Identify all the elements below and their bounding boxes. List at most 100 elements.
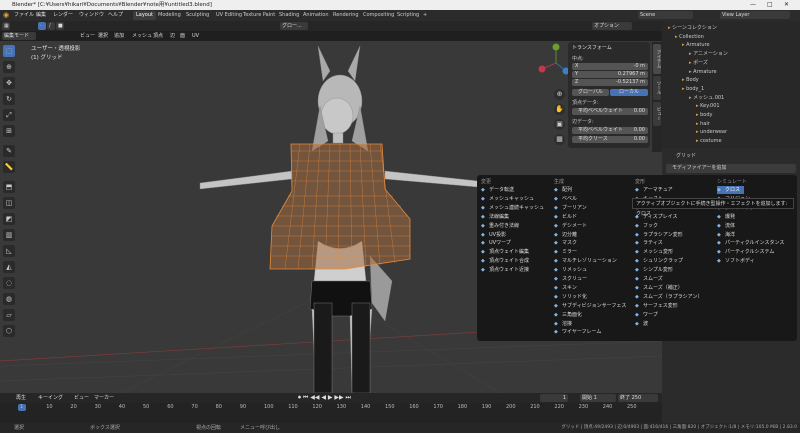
outliner-item[interactable]: ▸ underwear: [662, 128, 800, 136]
menu-vertex[interactable]: 頂点: [153, 31, 163, 41]
selected-mesh-grid[interactable]: [269, 143, 411, 270]
modifier-menu-item[interactable]: ◆ 流体: [717, 222, 735, 230]
modifier-menu-item[interactable]: ◆ サブディビジョンサーフェス: [554, 302, 626, 310]
median-y-field[interactable]: Y 0.27967 m: [572, 71, 648, 78]
shear-icon[interactable]: ▱: [3, 309, 15, 321]
outliner-item[interactable]: ▸ Key.001: [662, 102, 800, 110]
modifier-menu-item[interactable]: ◆ マスク: [554, 239, 577, 247]
modifier-menu-item[interactable]: ◆ ラティス: [635, 239, 663, 247]
select-mode-edge-icon[interactable]: /: [47, 22, 55, 30]
modifier-menu-item[interactable]: ◆ ワープ: [635, 311, 658, 319]
outliner-item[interactable]: ▸ costume: [662, 137, 800, 145]
menu-timeline-view[interactable]: ビュー: [74, 393, 89, 403]
modifier-menu-item[interactable]: ◆ クロス: [717, 186, 745, 194]
modifier-menu-item[interactable]: ◆ デシメート: [554, 222, 587, 230]
menu-window[interactable]: ウィンドウ: [79, 10, 104, 21]
start-frame-field[interactable]: 開始 1: [580, 394, 616, 402]
tab-layout[interactable]: Layout: [133, 11, 156, 20]
add-modifier-button[interactable]: モディファイアーを追加: [666, 164, 796, 173]
vertex-bevel-field[interactable]: 平均ベベルウェイト 0.00: [572, 108, 648, 115]
modifier-menu-item[interactable]: ◆ アーマチュア: [635, 186, 673, 194]
tab-animation[interactable]: Animation: [300, 11, 332, 20]
edge-bevel-field[interactable]: 平均ベベルウェイト 0.00: [572, 127, 648, 134]
tab-shading[interactable]: Shading: [276, 11, 302, 20]
tab-rendering[interactable]: Rendering: [330, 11, 362, 20]
modifier-menu-item[interactable]: ◆ ブーリアン: [554, 204, 587, 212]
modifier-menu-item[interactable]: ◆ スムーズ（補正）: [635, 284, 683, 292]
knife-icon[interactable]: ◺: [3, 245, 15, 257]
modifier-menu-item[interactable]: ◆ サーフェス変形: [635, 302, 678, 310]
outliner-item[interactable]: ▸ hair: [662, 120, 800, 128]
tab-compositing[interactable]: Compositing: [360, 11, 397, 20]
modifier-menu-item[interactable]: ◆ メッシュ連続キャッシュ: [481, 204, 544, 212]
cursor-icon[interactable]: ⊕: [3, 61, 15, 73]
spin-icon[interactable]: ◌: [3, 277, 15, 289]
menu-edge[interactable]: 辺: [170, 31, 175, 41]
global-toggle[interactable]: グローバル: [572, 89, 609, 96]
modifier-menu-item[interactable]: ◆ 辺分離: [554, 231, 577, 239]
modifier-menu-item[interactable]: ◆ シンプル変形: [635, 266, 673, 274]
outliner-item[interactable]: ▸ シーンコレクション: [662, 24, 800, 32]
menu-view[interactable]: ビュー: [80, 31, 95, 41]
modifier-menu-item[interactable]: ◆ ベベル: [554, 195, 577, 203]
modifier-menu-item[interactable]: ◆ 頂点ウェイト合成: [481, 257, 529, 265]
view-layer-selector[interactable]: View Layer: [720, 11, 790, 19]
measure-icon[interactable]: 📏: [3, 161, 15, 173]
maximize-button[interactable]: □: [767, 0, 773, 10]
modifier-menu-item[interactable]: ◆ UV投影: [481, 231, 506, 239]
median-x-field[interactable]: X -0 m: [572, 63, 648, 70]
camera-icon[interactable]: ▣: [554, 119, 565, 130]
modifier-menu-item[interactable]: ◆ フック: [635, 222, 658, 230]
modifier-menu-item[interactable]: ◆ 重み付き法線: [481, 222, 519, 230]
select-mode-face-icon[interactable]: ■: [56, 22, 64, 30]
modifier-menu-item[interactable]: ◆ 法線編集: [481, 213, 509, 221]
rip-icon[interactable]: ⬡: [3, 325, 15, 337]
modifier-menu-item[interactable]: ◆ スムーズ（ラプラシアン）: [635, 293, 702, 301]
modifier-menu-item[interactable]: ◆ ソフトボディ: [717, 257, 755, 265]
add-workspace-button[interactable]: +: [420, 11, 430, 20]
outliner-item[interactable]: ▸ body_1: [662, 85, 800, 93]
menu-mesh[interactable]: メッシュ: [132, 31, 152, 41]
menu-file[interactable]: ファイル: [14, 10, 34, 21]
menu-render[interactable]: レンダー: [53, 10, 73, 21]
tab-modeling[interactable]: Modeling: [155, 11, 184, 20]
median-z-field[interactable]: Z -0.52137 m: [572, 79, 648, 86]
tab-scripting[interactable]: Scripting: [394, 11, 422, 20]
modifier-menu-item[interactable]: ◆ ワイヤーフレーム: [554, 328, 601, 336]
modifier-menu-item[interactable]: ◆ 波: [635, 320, 648, 328]
modifier-menu-item[interactable]: ◆ データ転送: [481, 186, 514, 194]
current-frame-field[interactable]: 1: [540, 394, 568, 402]
menu-uv[interactable]: UV: [192, 31, 199, 41]
transform-icon[interactable]: ⊞: [3, 125, 15, 137]
mode-dropdown[interactable]: 編集モード: [2, 32, 36, 40]
menu-face[interactable]: 面: [180, 31, 185, 41]
scene-selector[interactable]: Scene: [638, 11, 693, 19]
modifier-menu-item[interactable]: ◆ 頂点ウェイト編集: [481, 248, 529, 256]
menu-add[interactable]: 追加: [114, 31, 124, 41]
modifier-menu-item[interactable]: ◆ ソリッド化: [554, 293, 587, 301]
outliner-item[interactable]: ▸ メッシュ.001: [662, 94, 800, 102]
modifier-menu-item[interactable]: ◆ マルチレゾリューション: [554, 257, 617, 265]
editor-type-icon[interactable]: ▦: [2, 22, 10, 30]
modifier-menu-item[interactable]: ◆ パーティクルインスタンス: [717, 239, 784, 247]
menu-edit[interactable]: 編集: [36, 10, 46, 21]
pan-hand-icon[interactable]: ✋: [554, 104, 565, 115]
select-mode-vertex-icon[interactable]: ·: [38, 22, 46, 30]
modifier-menu-item[interactable]: ◆ パーティクルシステム: [717, 248, 774, 256]
menu-select[interactable]: 選択: [98, 31, 108, 41]
end-frame-field[interactable]: 終了 250: [618, 394, 658, 402]
modifier-menu-item[interactable]: ◆ ミラー: [554, 248, 577, 256]
modifier-menu-item[interactable]: ◆ ラプラシアン変形: [635, 231, 683, 239]
select-box-icon[interactable]: ⬚: [3, 45, 15, 57]
modifier-menu-item[interactable]: ◆ スキン: [554, 284, 577, 292]
zoom-icon[interactable]: ⊕: [554, 89, 565, 100]
poly-build-icon[interactable]: ◭: [3, 261, 15, 273]
loop-cut-icon[interactable]: ▥: [3, 229, 15, 241]
smooth-icon[interactable]: ◍: [3, 293, 15, 305]
crease-field[interactable]: 平均クリース 0.00: [572, 136, 648, 143]
modifier-menu-item[interactable]: ◆ UVワープ: [481, 239, 511, 247]
bevel-icon[interactable]: ◩: [3, 213, 15, 225]
close-button[interactable]: ✕: [784, 0, 789, 10]
tab-item[interactable]: アイテム: [653, 44, 661, 74]
outliner-item[interactable]: ▸ Armature: [662, 41, 800, 49]
